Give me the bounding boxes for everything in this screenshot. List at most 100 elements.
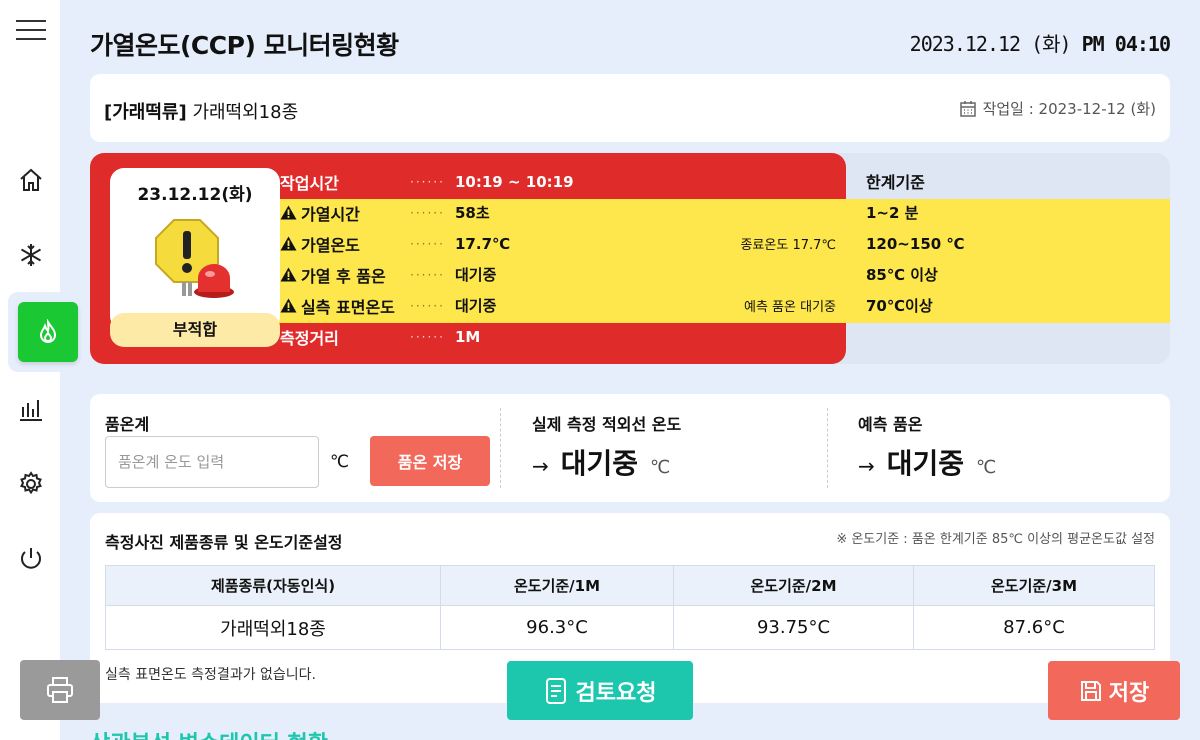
status-row-extra: 예측 품온 대기중 bbox=[744, 300, 836, 315]
status-row-limit: 1~2 분 bbox=[866, 204, 919, 222]
status-row-value: 58초 bbox=[455, 204, 490, 222]
ir-label: 실제 측정 적외선 온도 bbox=[532, 415, 682, 434]
status-row-label-text: 작업시간 bbox=[280, 173, 339, 193]
calendar-icon bbox=[959, 100, 976, 117]
warning-icon bbox=[280, 205, 297, 220]
status-row-label-text: 측정거리 bbox=[280, 328, 339, 348]
page-title: 가열온도(CCP) 모니터링현황 bbox=[90, 31, 399, 60]
input-unit: ℃ bbox=[330, 452, 350, 472]
dotted-leader: ······ bbox=[410, 267, 445, 282]
status-row: 작업시간 ······ 10:19 ~ 10:19 bbox=[270, 166, 1170, 197]
column-header: 온도기준/2M bbox=[673, 565, 914, 606]
table-row: 가래떡외18종 96.3°C 93.75°C 87.6°C bbox=[105, 605, 1155, 650]
flame-nav-button[interactable] bbox=[18, 302, 78, 362]
save-button-label: 저장 bbox=[1108, 680, 1150, 706]
status-row-label: 가열시간 bbox=[280, 201, 360, 225]
arrow-icon: → bbox=[532, 454, 549, 478]
home-icon[interactable] bbox=[14, 163, 48, 197]
product-name: [가래떡류] 가래떡외18종 bbox=[104, 98, 298, 124]
ir-value-group: → 대기중 ℃ bbox=[532, 442, 670, 482]
snowflake-icon[interactable] bbox=[14, 238, 48, 272]
work-date-label: 작업일 : 2023-12-12 (화) bbox=[982, 100, 1156, 118]
column-header: 제품종류(자동인식) bbox=[105, 565, 441, 606]
status-panel: 한계기준 23.12.12(화) 부적합 작업시간 ······ 10:19 ~ 1… bbox=[90, 153, 1170, 364]
status-row: 가열시간 ······ 58초 1~2 분 bbox=[270, 197, 1170, 228]
ir-unit: ℃ bbox=[650, 457, 671, 478]
divider bbox=[500, 408, 501, 488]
status-row-extra: 종료온도 17.7℃ bbox=[740, 238, 836, 253]
table-cell[interactable]: 87.6°C bbox=[913, 605, 1155, 650]
warning-icon bbox=[280, 298, 297, 313]
review-request-button[interactable]: 검토요청 bbox=[507, 661, 693, 720]
save-icon bbox=[1080, 680, 1101, 701]
power-icon[interactable] bbox=[14, 542, 48, 576]
correlation-heading: 상관분석 변수데이터 현황 bbox=[90, 726, 328, 740]
predicted-label: 예측 품온 bbox=[858, 415, 923, 434]
time-text: 04:10 bbox=[1114, 32, 1171, 56]
table-cell[interactable]: 96.3°C bbox=[440, 605, 674, 650]
dotted-leader: ······ bbox=[410, 205, 445, 220]
predicted-value: 대기중 bbox=[886, 447, 965, 480]
table-cell[interactable]: 가래떡외18종 bbox=[105, 605, 441, 650]
verdict-badge: 부적합 bbox=[110, 313, 280, 347]
printer-icon bbox=[47, 677, 73, 703]
time-prefix: PM bbox=[1081, 32, 1105, 56]
arrow-icon: → bbox=[858, 454, 875, 478]
flame-icon bbox=[39, 319, 57, 343]
product-category: [가래떡류] bbox=[104, 102, 187, 123]
no-result-message: 실측 표면온도 측정결과가 없습니다. bbox=[105, 667, 316, 683]
status-row-value: 17.7℃ bbox=[455, 234, 511, 253]
status-row-label-text: 실측 표면온도 bbox=[301, 297, 395, 317]
status-row-label-text: 가열시간 bbox=[301, 204, 360, 224]
column-header: 온도기준/3M bbox=[913, 565, 1155, 606]
date-text: 2023.12.12 (화) bbox=[909, 32, 1072, 56]
save-temperature-button[interactable]: 품온 저장 bbox=[370, 436, 490, 486]
warning-icon bbox=[280, 236, 297, 251]
status-row-limit: 120~150 ℃ bbox=[866, 234, 965, 253]
predicted-value-group: → 대기중 ℃ bbox=[858, 442, 996, 482]
divider bbox=[827, 408, 828, 488]
status-row-value: 10:19 ~ 10:19 bbox=[455, 172, 574, 191]
table-cell[interactable]: 93.75°C bbox=[673, 605, 914, 650]
datetime: 2023.12.12 (화) PM 04:10 bbox=[909, 28, 1171, 57]
document-icon bbox=[545, 677, 566, 704]
status-row-label-text: 가열 후 품온 bbox=[301, 266, 386, 286]
criteria-table: 제품종류(자동인식) 온도기준/1M 온도기준/2M 온도기준/3M 가래떡외1… bbox=[105, 565, 1155, 650]
bar-chart-icon[interactable] bbox=[14, 392, 48, 426]
product-title: 가래떡외18종 bbox=[192, 102, 299, 123]
print-button[interactable] bbox=[20, 660, 100, 720]
status-row-value: 대기중 bbox=[455, 297, 497, 315]
thermometer-input[interactable] bbox=[105, 436, 319, 488]
status-row-label: 가열온도 bbox=[280, 232, 360, 256]
thermometer-label: 품온계 bbox=[105, 415, 150, 434]
product-card: [가래떡류] 가래떡외18종 작업일 : 2023-12-12 (화) bbox=[90, 74, 1170, 142]
status-row-label: 측정거리 bbox=[280, 325, 339, 349]
predicted-unit: ℃ bbox=[976, 457, 997, 478]
dotted-leader: ······ bbox=[410, 329, 445, 344]
menu-icon[interactable] bbox=[16, 20, 46, 40]
measurement-card: 품온계 ℃ 품온 저장 실제 측정 적외선 온도 → 대기중 ℃ 예측 품온 →… bbox=[90, 394, 1170, 502]
status-row: 가열 후 품온 ······ 대기중 85℃ 이상 bbox=[270, 259, 1170, 290]
dotted-leader: ······ bbox=[410, 174, 445, 189]
settings-title: 측정사진 제품종류 및 온도기준설정 bbox=[105, 533, 343, 552]
status-row: 가열온도 ······ 17.7℃ 종료온도 17.7℃ 120~150 ℃ bbox=[270, 228, 1170, 259]
settings-note: ※ 온도기준 : 품온 한계기준 85℃ 이상의 평균온도값 설정 bbox=[836, 532, 1155, 547]
status-row-limit: 85℃ 이상 bbox=[866, 266, 938, 284]
status-row-label-text: 가열온도 bbox=[301, 235, 360, 255]
review-button-label: 검토요청 bbox=[575, 680, 657, 706]
warning-icon bbox=[280, 267, 297, 282]
ir-value: 대기중 bbox=[560, 447, 639, 480]
date-card: 23.12.12(화) bbox=[110, 168, 280, 330]
table-header-row: 제품종류(자동인식) 온도기준/1M 온도기준/2M 온도기준/3M bbox=[105, 565, 1155, 606]
status-row-label: 작업시간 bbox=[280, 170, 339, 194]
status-row: 실측 표면온도 ······ 대기중 예측 품온 대기중 70℃이상 bbox=[270, 290, 1170, 321]
work-date: 작업일 : 2023-12-12 (화) bbox=[959, 98, 1156, 119]
gear-icon[interactable] bbox=[14, 467, 48, 501]
status-row-limit: 70℃이상 bbox=[866, 297, 933, 315]
dotted-leader: ······ bbox=[410, 298, 445, 313]
status-date: 23.12.12(화) bbox=[137, 185, 253, 205]
save-button[interactable]: 저장 bbox=[1048, 661, 1180, 720]
column-header: 온도기준/1M bbox=[440, 565, 674, 606]
alarm-warning-icon bbox=[155, 219, 234, 298]
status-row-label: 가열 후 품온 bbox=[280, 263, 386, 287]
